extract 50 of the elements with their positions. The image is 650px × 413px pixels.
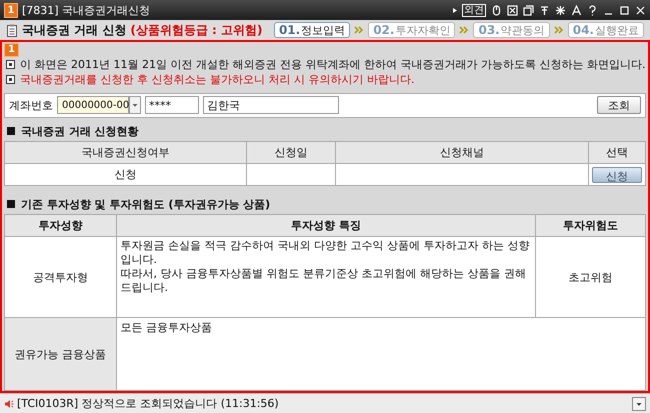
column-header: 선택 — [588, 142, 646, 164]
letter-a-icon[interactable] — [571, 4, 582, 16]
search-button[interactable]: 조회 — [597, 96, 641, 114]
tool-button[interactable]: 외견 — [462, 4, 486, 16]
table-cell: 모든 금융투자상품 — [116, 318, 646, 390]
account-label: 계좌번호 — [9, 98, 53, 113]
square-bullet-icon — [7, 200, 15, 208]
asterisk-icon[interactable] — [555, 4, 566, 16]
description-text: 투자원금 손실을 적극 감수하여 국내외 다양한 고수익 상품에 투자하고자 하는 성향입니다. 따라서, 당사 금융투자상품별 위험도 분류기준상 초고위험에 해당하는 상품을 권해 드립니다. — [116, 236, 536, 318]
panel-badge: 1 — [4, 43, 19, 57]
notice-text: 국내증권거래를 신청한 후 신청취소는 불가하오니 처리 시 유의하시기 바랍니다. — [20, 72, 414, 87]
double-chevron-icon — [354, 26, 364, 34]
bullet-icon — [6, 74, 15, 84]
status-message: [TCI0103R] 정상적으로 조회되었습니다 (11:31:56) — [17, 396, 280, 411]
close-icon[interactable] — [635, 4, 646, 16]
speaker-icon — [4, 398, 14, 408]
table-cell: 신청 — [4, 164, 247, 186]
account-select[interactable]: 00000000-00 — [57, 96, 129, 114]
table-cell: 초고위험 — [536, 236, 646, 318]
section-title: 국내증권 거래 신청현황 — [21, 124, 139, 139]
step-tab[interactable]: 04.실행완료 — [568, 22, 644, 38]
notice-text: 이 화면은 2011년 11월 21일 이전 개설한 해외증권 전용 위탁계좌에 한하여 국내증권거래가 가능하도록 신청하는 화면입니다. — [20, 56, 646, 72]
column-header: 신청일 — [246, 142, 336, 164]
window-badge: 1 — [4, 2, 18, 18]
section-title: 기존 투자성향 및 투자위험도 (투자권유가능 상품) — [21, 196, 270, 212]
help-icon[interactable] — [587, 4, 598, 16]
windows-icon[interactable] — [523, 4, 534, 16]
column-header: 국내증권신청여부 — [4, 142, 247, 164]
clipboard-icon — [6, 24, 18, 36]
column-header: 투자성향 특징 — [116, 214, 536, 236]
square-bullet-icon — [7, 127, 15, 136]
column-header: 투자위험도 — [536, 214, 646, 236]
risk-grade: (상품위험등급 : 고위험) — [130, 22, 264, 38]
box-cross-icon[interactable] — [507, 4, 518, 16]
screen-title: 국내증권 거래 신청 — [22, 22, 126, 38]
step-tab[interactable]: 01.정보입력 — [274, 22, 350, 38]
name-field[interactable]: 김한국 — [203, 96, 339, 114]
apply-button[interactable]: 신청 — [592, 166, 642, 183]
window-title: [7831] 국내증권거래신청 — [22, 2, 152, 18]
column-header: 투자성향 — [4, 214, 116, 236]
column-header: 신청채널 — [335, 142, 588, 164]
bullet-icon — [6, 60, 15, 69]
restore-icon[interactable] — [619, 4, 630, 16]
double-chevron-icon — [459, 26, 470, 34]
step-tab[interactable]: 02.투자자확인 — [368, 22, 456, 38]
step-tab[interactable]: 03.약관동의 — [473, 22, 550, 38]
password-field[interactable]: **** — [145, 96, 199, 114]
row-header: 권유가능 금융상품 — [4, 318, 116, 390]
double-chevron-icon — [554, 26, 564, 34]
mouse-icon[interactable] — [491, 4, 502, 16]
